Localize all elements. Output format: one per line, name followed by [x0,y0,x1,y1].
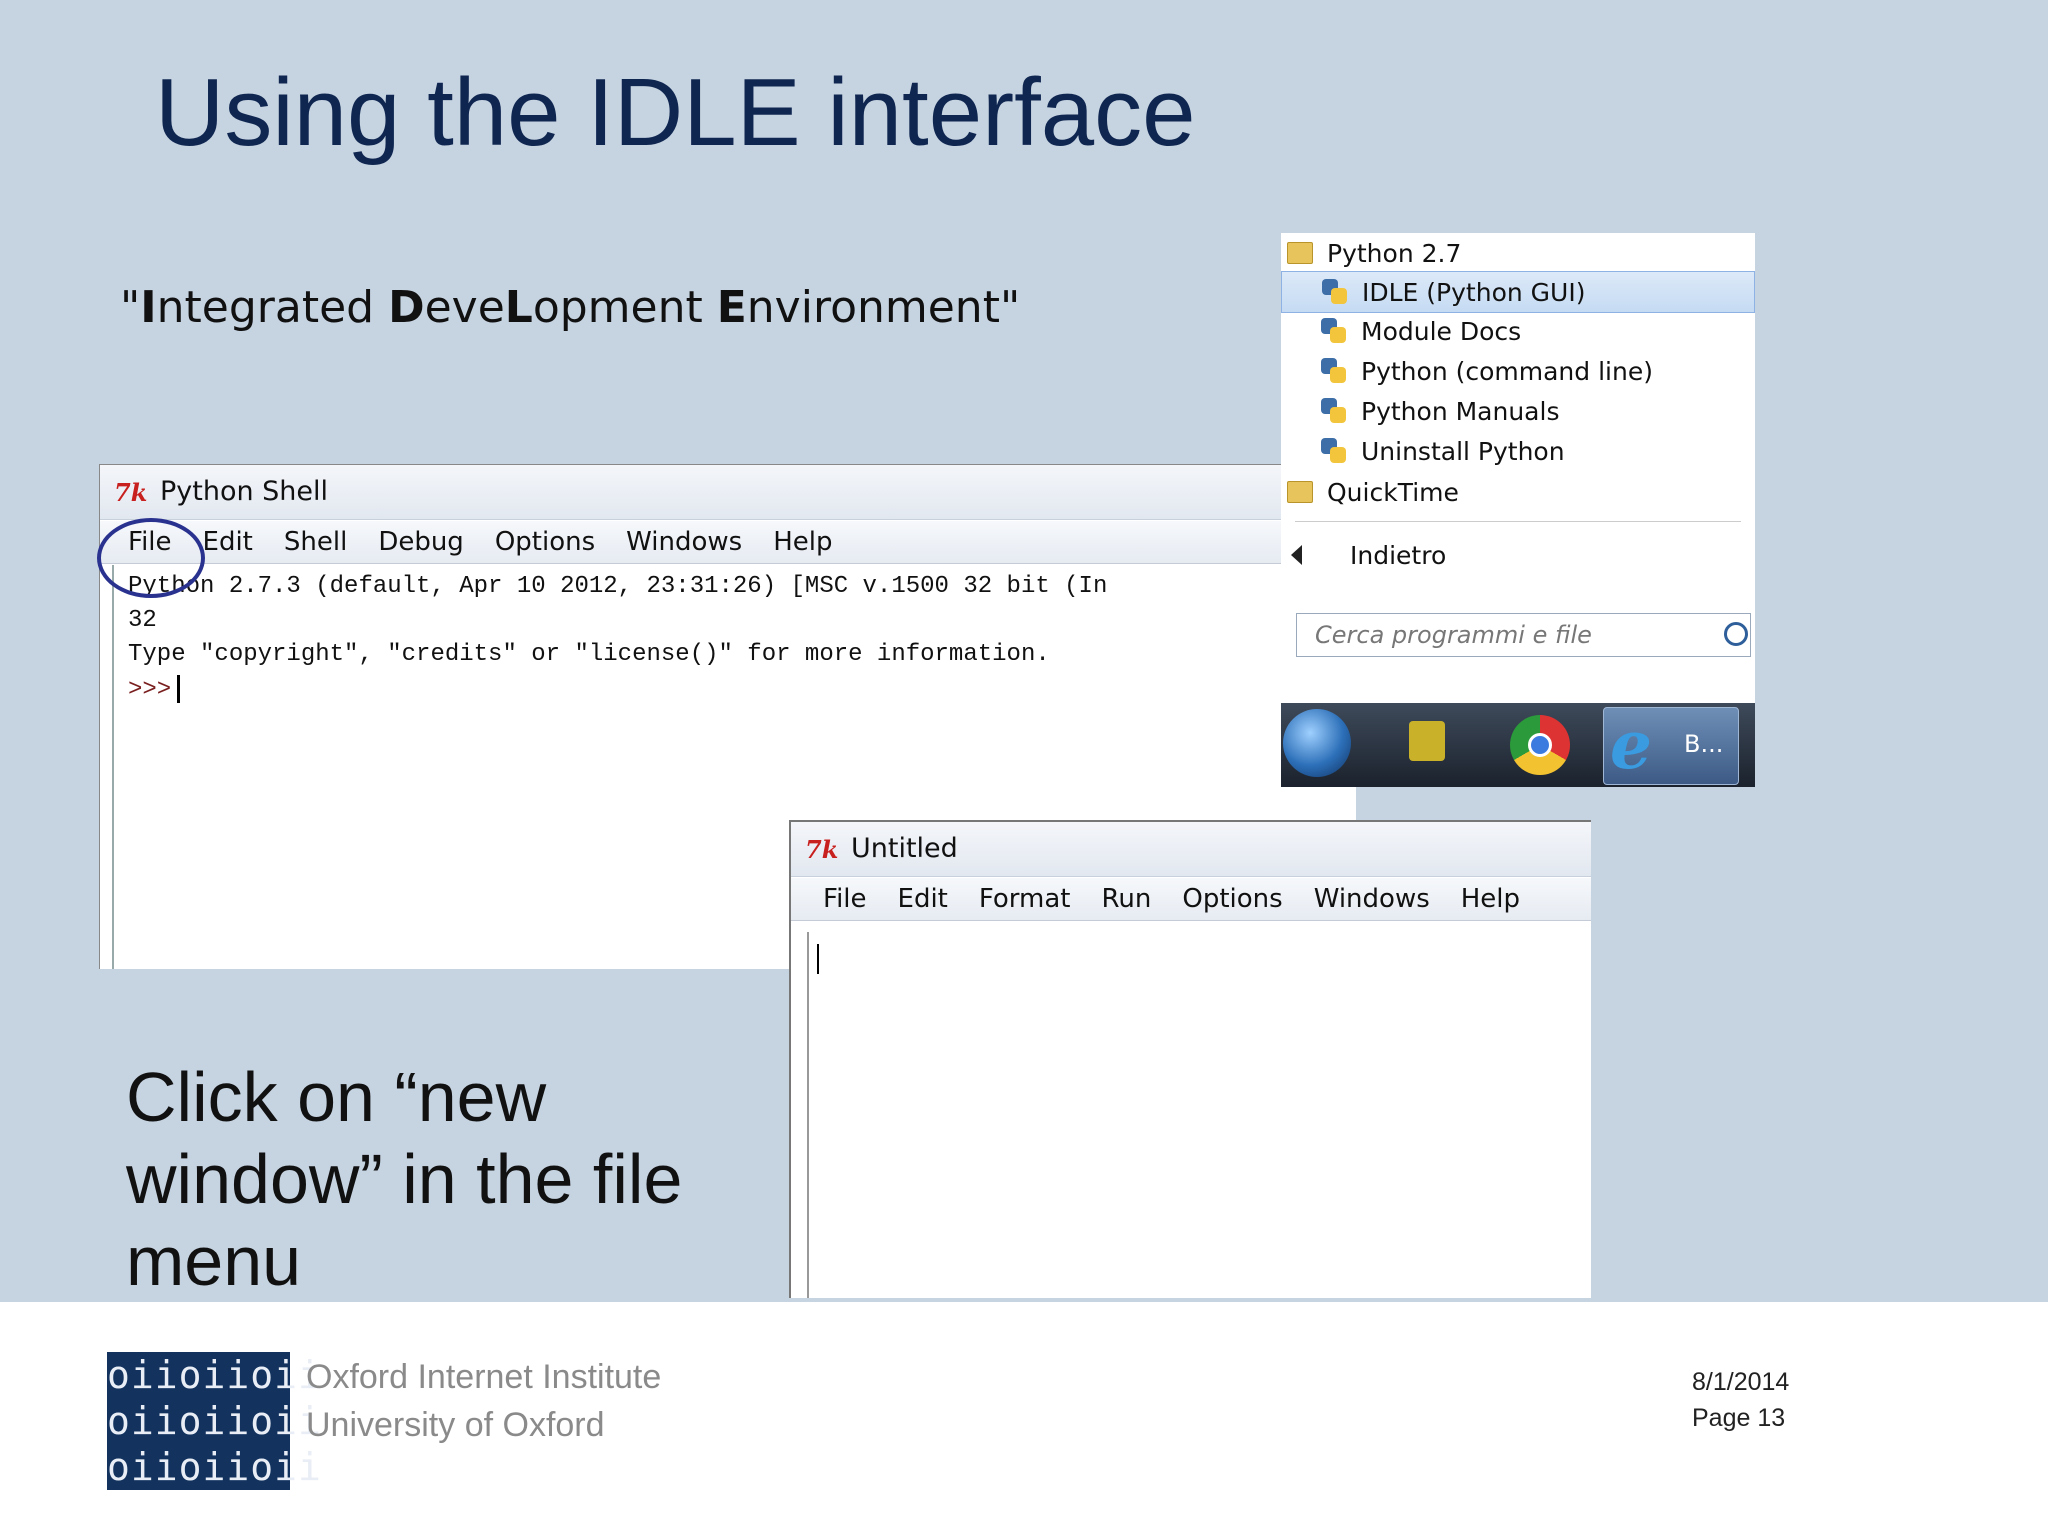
logo-row: oiioiioii [107,1353,322,1397]
start-menu-item-manuals[interactable]: Python Manuals [1281,391,1755,431]
svg-text:7k: 7k [805,835,838,864]
page-number: Page 13 [1692,1404,1786,1432]
item-label: Module Docs [1361,316,1522,346]
start-menu-item-module-docs[interactable]: Module Docs [1281,311,1755,351]
editor-menu-format[interactable]: Format [979,884,1071,914]
tk-feather-icon: 7k [805,835,838,864]
untitled-editor-window: 7k Untitled File Edit Format Run Options… [789,820,1591,1298]
editor-menu-run[interactable]: Run [1102,884,1152,914]
taskbar: e B... [1281,703,1755,787]
back-label: Indietro [1350,540,1447,570]
file-menu-highlight-circle [97,518,205,598]
oii-logo: oiioiioii oiioiioii oiioiioii [107,1352,322,1490]
item-label: Uninstall Python [1361,436,1565,466]
python-icon [1322,279,1348,305]
python-icon [1321,358,1347,384]
editor-menu-help[interactable]: Help [1461,884,1520,914]
uninstall-icon [1321,438,1347,464]
item-label: Python (command line) [1361,356,1653,386]
shell-menu-debug[interactable]: Debug [378,527,464,557]
shell-line: Python 2.7.3 (default, Apr 10 2012, 23:3… [128,573,1108,600]
editor-menu-edit[interactable]: Edit [898,884,948,914]
editor-text-area[interactable] [807,932,1591,1298]
menu-divider [1295,521,1741,522]
shell-menu-edit[interactable]: Edit [203,527,253,557]
tk-feather-icon: 7k [114,478,147,507]
shell-line: Type "copyright", "credits" or "license(… [128,641,1050,668]
start-menu-item-python-cmd[interactable]: Python (command line) [1281,351,1755,391]
item-label: IDLE (Python GUI) [1362,277,1586,307]
text-cursor [817,944,819,974]
org-name: Oxford Internet Institute [306,1358,662,1396]
logo-row: oiioiioii [107,1399,322,1443]
windows-start-orb-icon[interactable] [1283,709,1351,777]
editor-menu-options[interactable]: Options [1182,884,1282,914]
instruction-text: Click on “new window” in the file menu [126,1058,683,1300]
shell-titlebar[interactable]: 7k Python Shell [100,465,1356,520]
shell-menu-options[interactable]: Options [495,527,595,557]
item-label: Python Manuals [1361,396,1560,426]
shell-prompt-line: >>> [128,675,181,704]
folder-label: Python 2.7 [1327,238,1462,268]
help-document-icon [1321,398,1347,424]
shell-line: 32 [128,607,157,634]
shell-menu-help[interactable]: Help [773,527,832,557]
chrome-icon[interactable] [1510,715,1570,775]
folder-label: QuickTime [1327,477,1459,507]
svg-text:7k: 7k [114,478,147,507]
editor-menu-windows[interactable]: Windows [1314,884,1430,914]
shell-title: Python Shell [160,476,329,507]
back-arrow-icon [1291,545,1302,565]
shell-menu-windows[interactable]: Windows [626,527,742,557]
taskbar-button-label: B... [1684,730,1724,758]
start-menu-folder-quicktime[interactable]: QuickTime [1281,472,1755,512]
folder-icon [1287,481,1313,503]
shell-prompt: >>> [128,676,172,704]
editor-menubar: File Edit Format Run Options Windows Hel… [791,878,1591,921]
start-menu-folder-python[interactable]: Python 2.7 [1281,233,1755,273]
logo-row: oiioiioii [107,1445,322,1489]
start-menu-item-uninstall[interactable]: Uninstall Python [1281,431,1755,471]
text-cursor [177,675,181,703]
university-name: University of Oxford [306,1406,605,1444]
folder-icon [1287,242,1313,264]
shell-menubar: File Edit Shell Debug Options Windows He… [100,521,1356,564]
start-menu-search-input[interactable]: Cerca programmi e file [1296,613,1751,657]
slide-date: 8/1/2014 [1692,1368,1790,1396]
slide-title: Using the IDLE interface [155,59,1196,166]
shell-menu-shell[interactable]: Shell [284,527,347,557]
start-menu-back-button[interactable]: Indietro [1291,535,1446,575]
taskbar-ie-button[interactable]: e B... [1603,707,1739,785]
editor-menu-file[interactable]: File [823,884,867,914]
slide-subtitle: "Integrated DeveLopment Environment" [120,282,1021,333]
search-placeholder: Cerca programmi e file [1315,621,1592,649]
search-icon [1724,622,1748,646]
slide-footer: oiioiioii oiioiioii oiioiioii Oxford Int… [0,1302,2048,1536]
editor-titlebar[interactable]: 7k Untitled [791,822,1591,877]
lock-app-icon[interactable] [1409,721,1445,761]
start-menu: Python 2.7 IDLE (Python GUI) Module Docs… [1281,233,1755,787]
start-menu-item-idle[interactable]: IDLE (Python GUI) [1281,271,1755,313]
internet-explorer-icon: e [1610,706,1652,784]
python-icon [1321,318,1347,344]
editor-title: Untitled [851,833,958,864]
